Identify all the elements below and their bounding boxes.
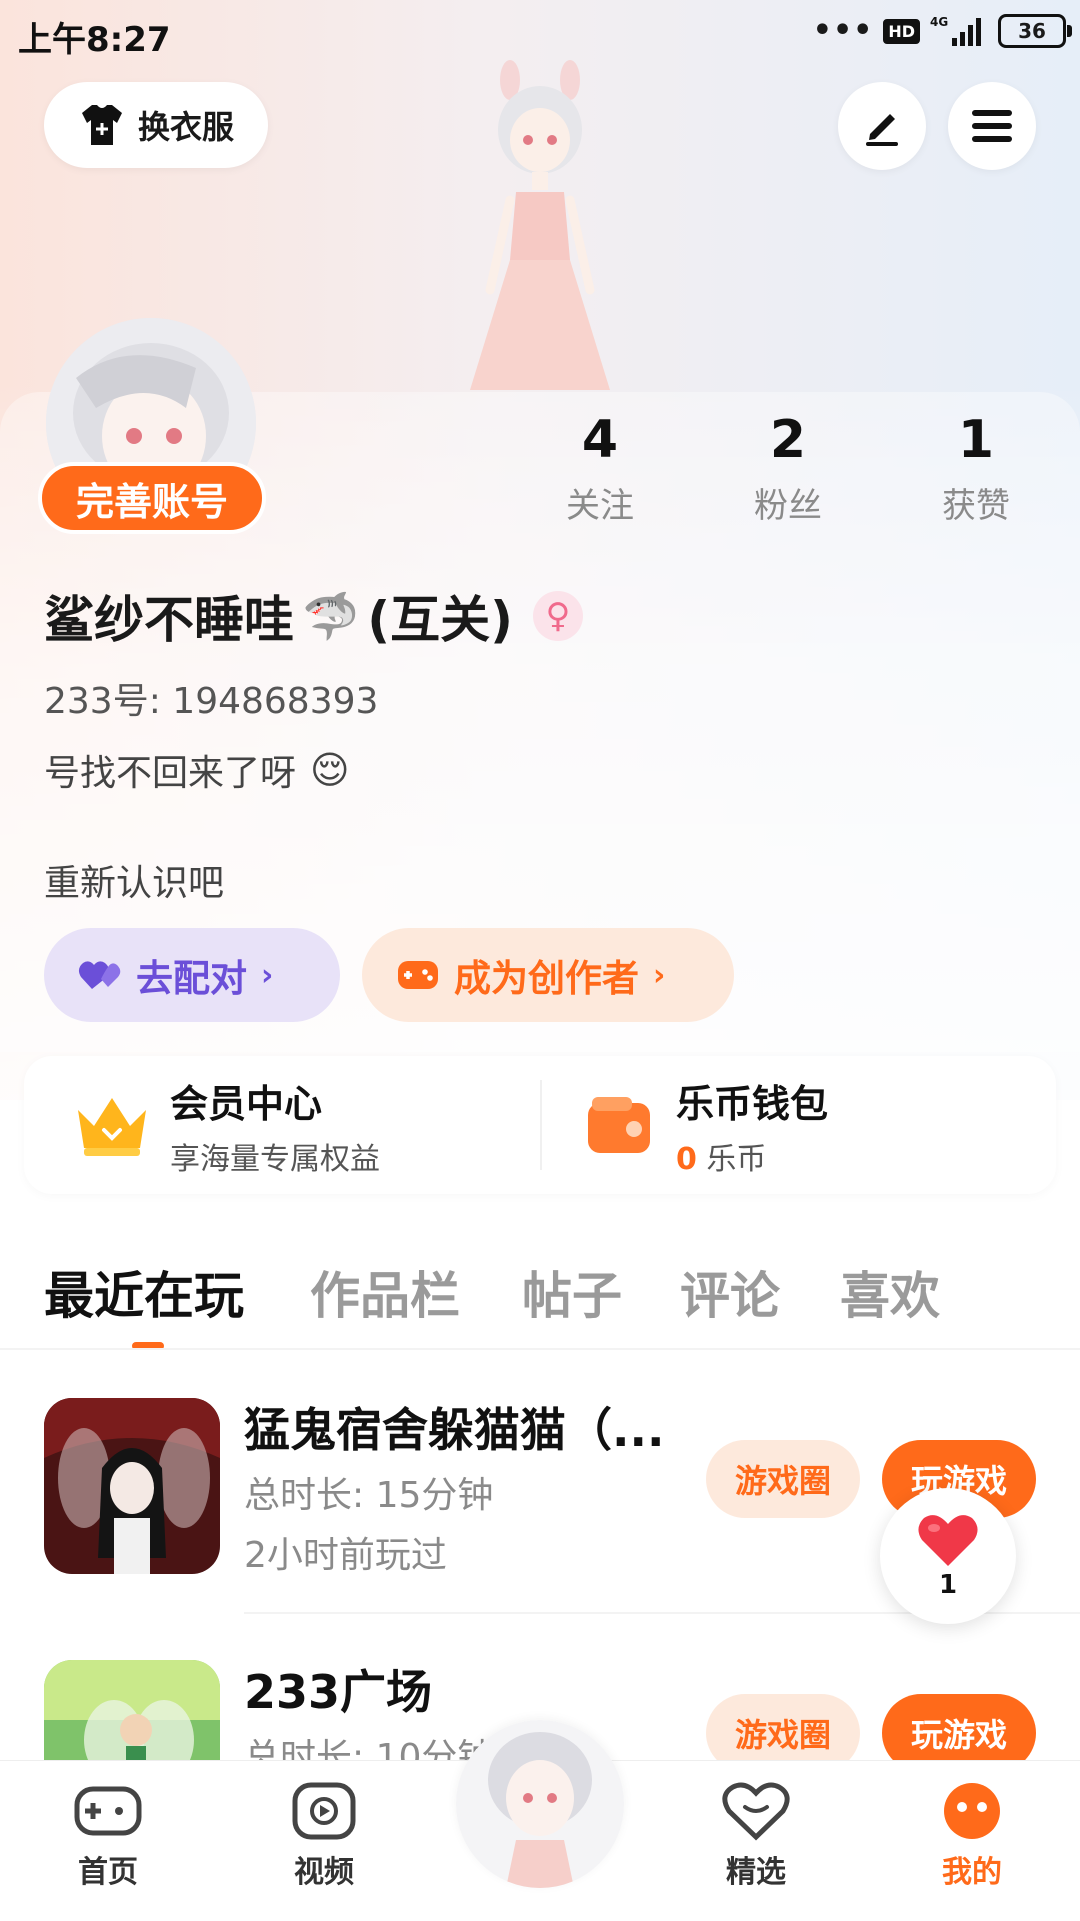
- fans-label: 粉丝: [754, 486, 822, 526]
- tab-recently-played[interactable]: 最近在玩: [44, 1256, 244, 1328]
- stat-fans[interactable]: 2 粉丝: [718, 408, 858, 527]
- hd-icon: HD: [883, 18, 920, 44]
- menu-icon: [972, 110, 1012, 142]
- stat-following[interactable]: 4 关注: [530, 408, 670, 527]
- chevron-right-icon: ›: [261, 957, 274, 993]
- vip-wallet-card: 会员中心 享海量专属权益 乐币钱包 0 乐币: [24, 1056, 1056, 1194]
- svg-text:4G: 4G: [930, 15, 948, 29]
- vip-divider: [540, 1080, 542, 1170]
- wallet-unit: 乐币: [706, 1141, 767, 1177]
- game-name: 233广场: [244, 1665, 433, 1719]
- stat-likes[interactable]: 1 获赞: [906, 408, 1046, 527]
- nav-video[interactable]: 视频: [264, 1781, 384, 1891]
- member-center[interactable]: 会员中心 享海量专属权益: [74, 1056, 380, 1194]
- member-center-subtitle: 享海量专属权益: [170, 1141, 380, 1177]
- wallet-title: 乐币钱包: [676, 1081, 829, 1126]
- center-avatar-image: [456, 1720, 624, 1888]
- nav-featured[interactable]: 精选: [696, 1781, 816, 1891]
- like-count: 1: [938, 1570, 958, 1600]
- member-center-title: 会员中心: [170, 1081, 323, 1126]
- wallet-balance: 0 乐币: [676, 1134, 828, 1178]
- outfit-button-label: 换衣服: [137, 108, 234, 146]
- game-circle-button[interactable]: 游戏圈: [706, 1440, 860, 1518]
- status-icons: ••• HD 4G 36: [812, 13, 1072, 48]
- signal-icon: 4G: [930, 15, 981, 46]
- nav-mine-label: 我的: [942, 1855, 1002, 1890]
- relieved-emoji: 😌: [310, 748, 350, 792]
- video-icon: [292, 1782, 356, 1840]
- menu-button[interactable]: [948, 82, 1036, 170]
- nav-mine[interactable]: 我的: [912, 1781, 1032, 1891]
- fans-count: 2: [769, 410, 807, 470]
- female-icon: ♀: [532, 591, 583, 641]
- gamepad-icon: [74, 1786, 142, 1836]
- become-creator-button[interactable]: 成为创作者 ›: [362, 928, 734, 1022]
- user-id: 233号: 194868393: [44, 681, 379, 722]
- likes-label: 获赞: [942, 486, 1010, 526]
- status-time: 上午8:27: [18, 20, 171, 60]
- complete-account-badge[interactable]: 完善账号: [38, 462, 266, 534]
- tab-comments[interactable]: 评论: [680, 1256, 780, 1328]
- nav-home[interactable]: 首页: [48, 1781, 168, 1891]
- gender-symbol: ♀: [545, 596, 571, 636]
- heart-icon: [918, 1515, 978, 1566]
- game-duration: 总时长: 15分钟: [244, 1475, 494, 1516]
- tab-posts[interactable]: 帖子: [522, 1256, 622, 1328]
- crown-icon: [78, 1098, 146, 1156]
- shirt-icon: [81, 105, 122, 145]
- username: 鲨纱不睡哇 🦈 (互关) ♀: [44, 580, 583, 652]
- reintroduce-label: 重新认识吧: [44, 863, 225, 904]
- heart-chat-icon: [722, 1782, 790, 1841]
- match-button[interactable]: 去配对 ›: [44, 928, 340, 1022]
- nav-video-label: 视频: [294, 1855, 354, 1890]
- profile-face-icon: [944, 1783, 1000, 1839]
- more-dots-icon: •••: [812, 13, 874, 48]
- gamepad-icon: [398, 961, 438, 989]
- bio-text: 号找不回来了呀: [44, 753, 297, 794]
- following-count: 4: [581, 410, 619, 470]
- likes-count: 1: [957, 410, 995, 470]
- username-suffix: (互关): [367, 591, 513, 649]
- pencil-icon: [866, 114, 898, 146]
- game-name: 猛鬼宿舍躲猫猫（...: [244, 1403, 665, 1457]
- match-button-label: 去配对: [136, 957, 247, 1000]
- hearts-icon: [78, 961, 121, 989]
- nav-home-label: 首页: [78, 1855, 138, 1890]
- wallet-amount: 0: [676, 1141, 697, 1177]
- nav-center-avatar[interactable]: [456, 1720, 624, 1888]
- nav-featured-label: 精选: [726, 1855, 786, 1890]
- tab-works[interactable]: 作品栏: [310, 1256, 460, 1328]
- game-last-played: 2小时前玩过: [244, 1535, 447, 1576]
- outfit-button[interactable]: 换衣服: [44, 82, 268, 168]
- status-bar: 上午8:27 ••• HD 4G 36: [0, 0, 1080, 66]
- coin-wallet[interactable]: 乐币钱包 0 乐币: [584, 1056, 828, 1194]
- like-float-button[interactable]: 1: [880, 1488, 1016, 1624]
- tab-likes[interactable]: 喜欢: [840, 1256, 940, 1328]
- battery-icon: 36: [998, 14, 1072, 48]
- game-thumbnail: [44, 1398, 220, 1574]
- profile-tabs: 最近在玩 作品栏 帖子 评论 喜欢: [0, 1226, 1080, 1350]
- shark-emoji: 🦈: [302, 588, 360, 643]
- following-label: 关注: [566, 486, 634, 526]
- chevron-right-icon: ›: [653, 957, 666, 993]
- wallet-icon: [588, 1097, 650, 1153]
- username-text: 鲨纱不睡哇: [44, 591, 294, 649]
- become-creator-label: 成为创作者: [454, 957, 639, 1000]
- bio: 号找不回来了呀 😌: [44, 744, 350, 796]
- edit-profile-button[interactable]: [838, 82, 926, 170]
- character-figure[interactable]: [420, 60, 660, 390]
